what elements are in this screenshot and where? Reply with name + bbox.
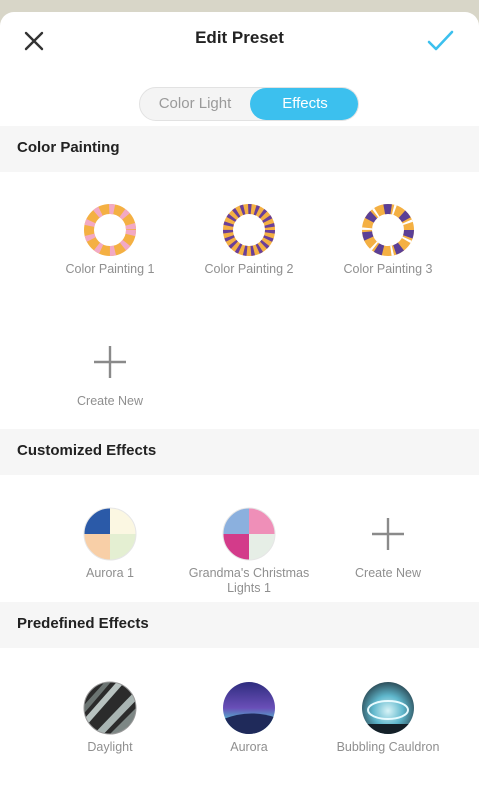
item-label: Aurora — [230, 740, 268, 754]
item-label: Create New — [77, 394, 143, 408]
item-label: Grandma's Christmas Lights 1 — [188, 566, 310, 595]
item-label: Aurora 1 — [86, 566, 134, 580]
create-new-customized-effect-button[interactable]: Create New — [318, 506, 458, 581]
create-new-color-painting-button[interactable]: Create New — [40, 334, 180, 409]
color-painting-ring-icon — [362, 204, 414, 256]
checkmark-icon[interactable] — [424, 27, 456, 55]
mode-segmented-control: Color Light Effects — [139, 87, 359, 121]
color-painting-3[interactable]: Color Painting 3 — [318, 202, 458, 277]
quadrant-color-icon — [222, 507, 276, 561]
customized-effect-grandmas-christmas-lights-1[interactable]: Grandma's Christmas Lights 1 — [179, 506, 319, 596]
section-header-predefined-effects: Predefined Effects — [0, 602, 479, 648]
predefined-effect-bubbling-cauldron[interactable]: Bubbling Cauldron — [318, 680, 458, 755]
section-title: Predefined Effects — [17, 615, 149, 632]
tab-color-light[interactable]: Color Light — [140, 88, 250, 120]
daylight-thumbnail-icon — [83, 681, 137, 735]
item-label: Color Painting 1 — [65, 262, 155, 276]
color-painting-2[interactable]: Color Painting 2 — [179, 202, 319, 277]
quadrant-color-icon — [83, 507, 137, 561]
bubbling-cauldron-thumbnail-icon — [362, 682, 414, 734]
top-bar: Edit Preset — [0, 12, 479, 68]
predefined-effect-aurora[interactable]: Aurora — [179, 680, 319, 755]
section-title: Customized Effects — [17, 442, 157, 459]
item-label: Bubbling Cauldron — [336, 740, 440, 754]
item-label: Create New — [355, 566, 421, 580]
color-painting-1[interactable]: Color Painting 1 — [40, 202, 180, 277]
item-label: Color Painting 3 — [343, 262, 433, 276]
page-title: Edit Preset — [195, 28, 284, 47]
plus-icon — [94, 346, 126, 378]
tab-effects[interactable]: Effects — [250, 88, 358, 120]
predefined-effect-daylight[interactable]: Daylight — [40, 680, 180, 755]
section-title: Color Painting — [17, 139, 120, 156]
item-label: Daylight — [87, 740, 133, 754]
plus-icon — [372, 518, 404, 550]
customized-effect-aurora-1[interactable]: Aurora 1 — [40, 506, 180, 581]
section-header-customized-effects: Customized Effects — [0, 429, 479, 475]
section-header-color-painting: Color Painting — [0, 126, 479, 172]
aurora-thumbnail-icon — [223, 682, 275, 734]
item-label: Color Painting 2 — [204, 262, 294, 276]
color-painting-ring-icon — [84, 204, 136, 256]
color-painting-ring-icon — [223, 204, 275, 256]
edit-preset-sheet: Edit Preset Color Light Effects Color Pa… — [0, 12, 479, 788]
